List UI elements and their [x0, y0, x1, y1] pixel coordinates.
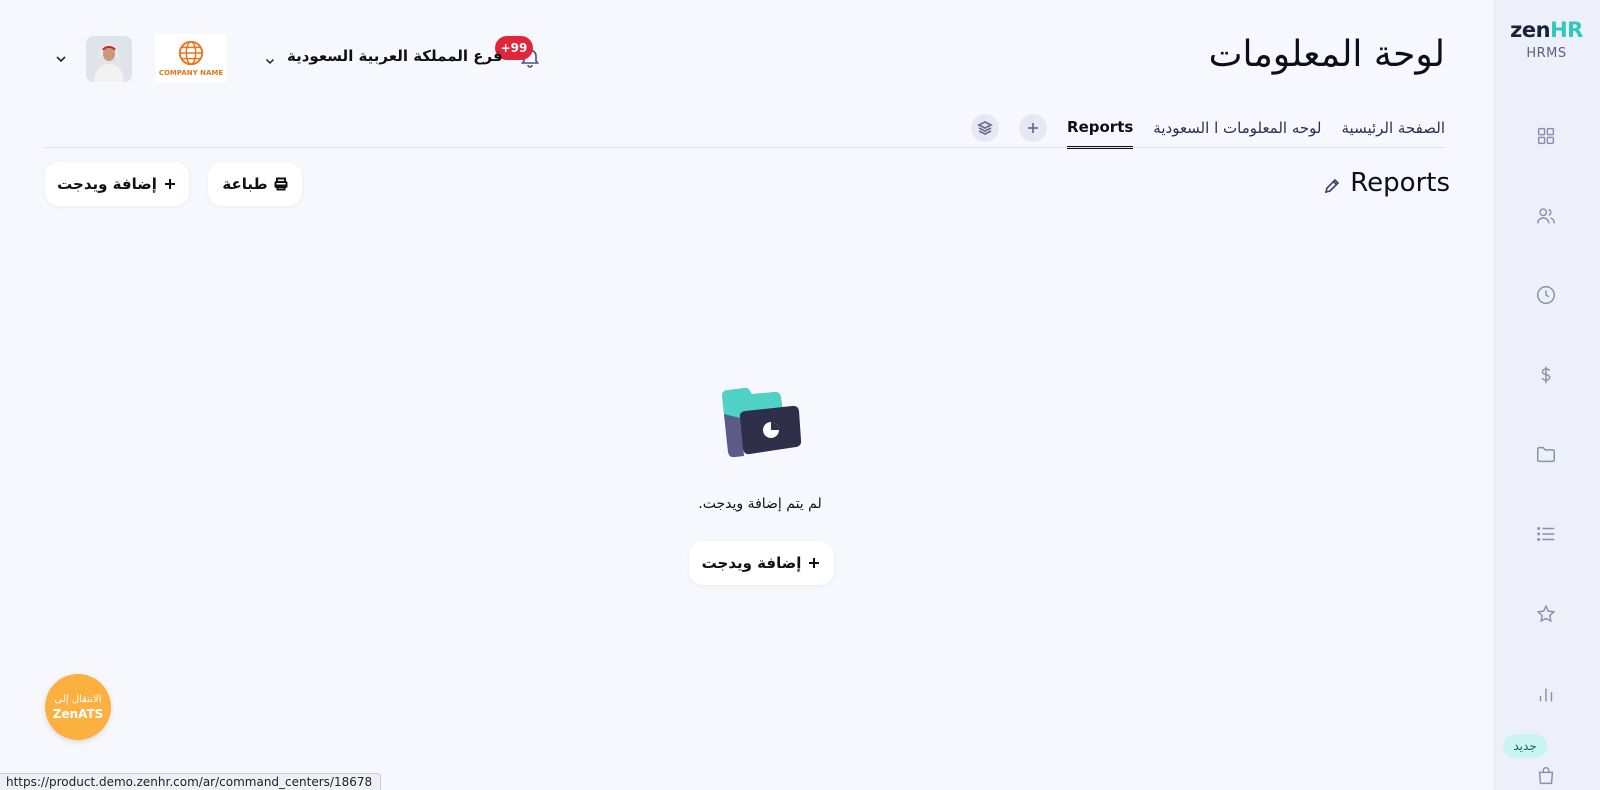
- star-icon[interactable]: [1534, 602, 1558, 626]
- clock-icon[interactable]: [1534, 283, 1558, 307]
- zenats-line1: الانتقال إلى: [54, 693, 102, 705]
- dollar-icon[interactable]: [1534, 363, 1558, 387]
- add-widget-label: إضافة ويدجت: [57, 175, 157, 193]
- chevron-down-icon[interactable]: [54, 51, 68, 65]
- add-widget-button[interactable]: إضافة ويدجت: [45, 162, 189, 206]
- plus-icon: [809, 558, 820, 568]
- logo-subtitle: HRMS: [1526, 46, 1567, 61]
- layers-icon: [977, 120, 994, 136]
- tab-saudi-dashboard[interactable]: لوحه المعلومات ا السعودية: [1153, 119, 1321, 147]
- print-button[interactable]: طباعة: [208, 162, 302, 206]
- folder-icon[interactable]: [1534, 442, 1558, 466]
- add-tab-button[interactable]: [1019, 114, 1048, 142]
- sidebar: zenHR HRMS جديد: [1493, 0, 1600, 790]
- tabs-divider: [44, 147, 1445, 148]
- bag-icon[interactable]: [1534, 764, 1558, 788]
- section-title: Reports: [1350, 168, 1450, 198]
- list-icon[interactable]: [1534, 522, 1558, 546]
- status-url: https://product.demo.zenhr.com/ar/comman…: [0, 773, 382, 790]
- page-title: لوحة المعلومات: [1208, 34, 1445, 75]
- zenhr-logo[interactable]: zenHR HRMS: [1493, 18, 1600, 61]
- branch-selector[interactable]: فرع المملكة العربية السعودية: [287, 47, 503, 65]
- print-label: طباعة: [222, 175, 268, 193]
- grid-icon[interactable]: [1534, 124, 1558, 148]
- zenats-floating-button[interactable]: الانتقال إلى ZenATS: [45, 674, 111, 740]
- pencil-icon[interactable]: [1323, 177, 1341, 195]
- tab-reports[interactable]: Reports: [1067, 118, 1134, 149]
- plus-icon: [164, 179, 175, 189]
- logo-hr: HR: [1550, 18, 1583, 42]
- bar-chart-icon[interactable]: [1534, 682, 1558, 706]
- add-widget-center-label: إضافة ويدجت: [701, 554, 802, 572]
- zenats-line2: ZenATS: [52, 706, 104, 721]
- tab-home[interactable]: الصفحة الرئيسية: [1342, 119, 1446, 147]
- globe-icon: [178, 40, 204, 66]
- company-name: COMPANY NAME: [158, 69, 224, 77]
- users-icon[interactable]: [1534, 204, 1558, 228]
- new-badge: جديد: [1503, 734, 1547, 758]
- plus-icon: [1028, 123, 1039, 133]
- company-logo: COMPANY NAME: [155, 34, 227, 82]
- layers-button[interactable]: [971, 114, 1000, 142]
- logo-zen: zen: [1510, 18, 1551, 42]
- empty-state-message: .لم يتم إضافة ويدجت: [698, 496, 822, 512]
- printer-icon: [274, 177, 288, 191]
- chevron-down-icon[interactable]: [264, 52, 276, 65]
- avatar[interactable]: [86, 36, 132, 82]
- empty-folder-chart-icon: [716, 384, 806, 468]
- add-widget-center-button[interactable]: إضافة ويدجت: [689, 541, 834, 585]
